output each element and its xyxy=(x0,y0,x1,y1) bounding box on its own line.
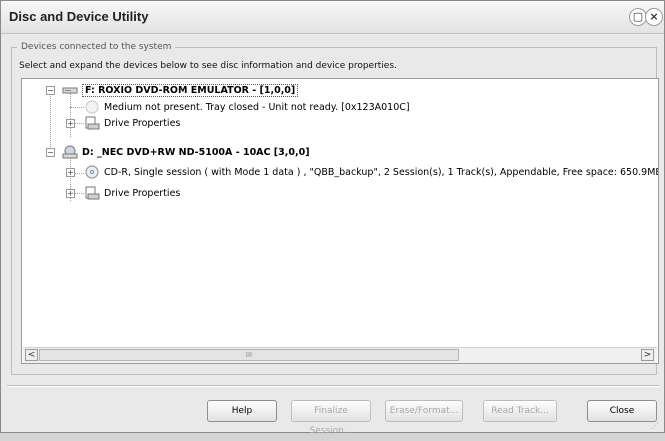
cd-disc-icon xyxy=(84,165,100,179)
erase-format-button[interactable]: Erase/Format... xyxy=(385,400,463,422)
disc-info-expander[interactable]: + xyxy=(66,168,75,177)
title-bar: Disc and Device Utility ▢ × xyxy=(1,1,664,34)
drive-properties-row[interactable]: Drive Properties xyxy=(84,185,180,201)
horizontal-scrollbar[interactable]: < III > xyxy=(23,347,657,363)
scroll-thumb[interactable]: III xyxy=(39,349,459,361)
medium-status-row[interactable]: Medium not present. Tray closed - Unit n… xyxy=(84,99,410,115)
disc-info-text: CD-R, Single session ( with Mode 1 data … xyxy=(104,166,659,178)
close-window-button[interactable]: × xyxy=(645,8,663,26)
drive-properties-row[interactable]: Drive Properties xyxy=(84,115,180,131)
scroll-right-icon[interactable]: > xyxy=(641,349,654,361)
device-label: F: ROXIO DVD-ROM EMULATOR - [1,0,0] xyxy=(82,83,299,97)
device-label: D: _NEC DVD+RW ND-5100A - 10AC [3,0,0] xyxy=(82,146,310,158)
dvd-rw-drive-icon xyxy=(62,145,78,159)
drive-properties-icon xyxy=(84,186,100,200)
device1-expander[interactable]: − xyxy=(46,86,55,95)
instruction-text: Select and expand the devices below to s… xyxy=(19,61,397,71)
scroll-left-icon[interactable]: < xyxy=(25,349,38,361)
group-caption: Devices connected to the system xyxy=(17,42,176,52)
device2-expander[interactable]: − xyxy=(46,148,55,157)
drive-properties-label: Drive Properties xyxy=(104,187,181,199)
dvd-drive-icon xyxy=(62,83,78,97)
close-button[interactable]: Close xyxy=(587,400,657,422)
drive-props2-expander[interactable]: + xyxy=(66,189,75,198)
drive-properties-icon xyxy=(84,116,100,130)
device-tree[interactable]: − F: ROXIO DVD-ROM EMULATOR - [1,0,0] Me… xyxy=(21,78,659,364)
device-row-roxio[interactable]: F: ROXIO DVD-ROM EMULATOR - [1,0,0] xyxy=(62,82,299,98)
drive-props1-expander[interactable]: + xyxy=(66,119,75,128)
finalize-session-button[interactable]: Finalize Session... xyxy=(291,400,371,436)
help-button[interactable]: Help xyxy=(207,400,277,422)
medium-status-text: Medium not present. Tray closed - Unit n… xyxy=(104,101,410,113)
drive-properties-label: Drive Properties xyxy=(104,117,181,129)
window-title: Disc and Device Utility xyxy=(9,9,149,24)
disc-device-utility-window: Disc and Device Utility ▢ × Devices conn… xyxy=(0,0,665,436)
empty-disc-icon xyxy=(84,100,100,114)
footer-separator xyxy=(7,385,659,387)
disc-info-row[interactable]: CD-R, Single session ( with Mode 1 data … xyxy=(84,164,659,180)
device-row-nec[interactable]: D: _NEC DVD+RW ND-5100A - 10AC [3,0,0] xyxy=(62,144,310,160)
read-track-button[interactable]: Read Track... xyxy=(483,400,557,422)
resize-grip-icon[interactable]: ⋰ xyxy=(651,421,661,431)
